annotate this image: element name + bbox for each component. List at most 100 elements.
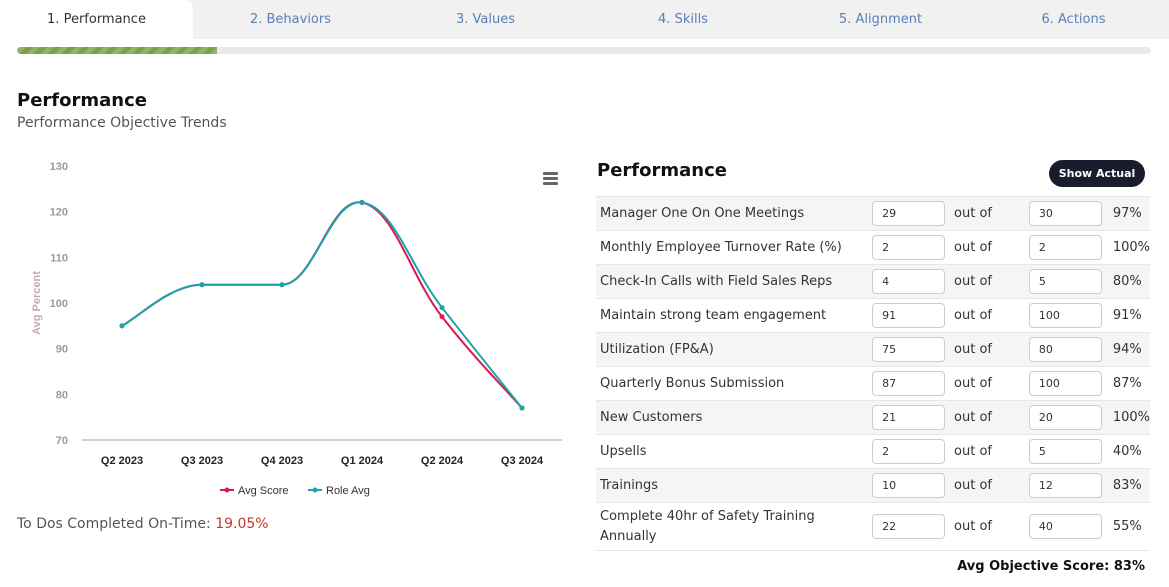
objective-row: Quarterly Bonus Submission out of 87% [596,366,1150,401]
show-actual-button[interactable]: Show Actual [1049,160,1145,187]
progress-bar [17,47,1151,54]
target-input[interactable] [1028,514,1102,539]
objective-name: Manager One On One Meetings [600,205,805,221]
out-of-label: out of [954,519,992,534]
actual-input[interactable] [872,405,946,430]
objective-name: Maintain strong team engagement [600,307,827,323]
y-axis-label: Avg Percent [31,271,43,335]
actual-input[interactable] [872,337,946,362]
todo-completion: To Dos Completed On-Time: 19.05% [17,516,269,532]
out-of-label: out of [954,410,992,425]
objective-name: Monthly Employee Turnover Rate (%) [600,239,842,255]
objective-row: Utilization (FP&A) out of 94% [596,332,1150,367]
objective-name: New Customers [600,409,703,425]
out-of-label: out of [954,274,992,289]
target-input[interactable] [1028,303,1102,328]
y-tick-label: 100 [50,298,68,310]
target-input[interactable] [1028,473,1102,498]
objectives-title: Performance [597,160,727,181]
y-tick-label: 130 [50,161,68,173]
y-tick-label: 70 [56,435,68,447]
page-subtitle: Performance Objective Trends [17,115,227,131]
out-of-label: out of [954,444,992,459]
actual-input[interactable] [872,473,946,498]
x-tick-label: Q2 2024 [421,455,464,467]
actual-input[interactable] [872,269,946,294]
out-of-label: out of [954,206,992,221]
x-tick-label: Q2 2023 [101,455,143,467]
avg-score-value: 83% [1113,559,1145,574]
legend-marker [312,487,318,493]
out-of-label: out of [954,240,992,255]
out-of-label: out of [954,342,992,357]
objective-row: Upsells out of 40% [596,434,1150,469]
target-input[interactable] [1028,439,1102,464]
objective-percent: 97% [1112,206,1142,221]
data-point [279,282,285,288]
progress-fill [17,47,217,54]
trend-chart: 70 80 90 100 110 120 130 Avg Percent Q2 2023 Q3 2… [20,150,580,510]
avg-score-label: Avg Objective Score: [957,559,1110,574]
data-point [119,323,125,329]
target-input[interactable] [1028,201,1102,226]
legend-label: Role Avg [326,485,370,497]
todo-label: To Dos Completed On-Time: [17,516,211,532]
actual-input[interactable] [872,439,946,464]
data-point [199,282,205,288]
objective-percent: 55% [1112,519,1142,534]
target-input[interactable] [1028,337,1102,362]
x-tick-label: Q3 2024 [501,455,544,467]
series-line-avg-score [121,201,523,409]
y-tick-label: 80 [56,389,68,401]
x-tick-label: Q4 2023 [261,455,303,467]
page-title: Performance [17,90,147,111]
objective-row: Complete 40hr of Safety Training Annuall… [596,502,1150,551]
target-input[interactable] [1028,405,1102,430]
out-of-label: out of [954,376,992,391]
data-point [359,200,365,206]
objective-row: New Customers out of 100% [596,400,1150,435]
tab-actions[interactable]: 6. Actions [978,0,1169,39]
actual-input[interactable] [872,303,946,328]
data-point [439,305,445,311]
y-tick-label: 110 [50,252,68,264]
objective-row: Trainings out of 83% [596,468,1150,503]
objective-percent: 40% [1112,444,1142,459]
actual-input[interactable] [872,235,946,260]
objective-percent: 100% [1112,410,1150,425]
out-of-label: out of [954,478,992,493]
target-input[interactable] [1028,371,1102,396]
x-tick-label: Q1 2024 [341,455,384,467]
legend-label: Avg Score [238,485,289,497]
objective-percent: 83% [1112,478,1142,493]
objective-name: Upsells [600,443,647,459]
tab-behaviors[interactable]: 2. Behaviors [193,0,388,39]
objectives-table: Manager One On One Meetings out of 97% Mont… [596,196,1150,551]
objective-name: Utilization (FP&A) [600,341,714,357]
step-tabs: 1. Performance 2. Behaviors 3. Values 4.… [0,0,1169,39]
actual-input[interactable] [872,514,946,539]
data-point [519,405,525,411]
hamburger-menu-icon[interactable] [543,172,558,185]
tab-alignment[interactable]: 5. Alignment [783,0,978,39]
objective-row: Maintain strong team engagement out of 91% [596,298,1150,333]
tab-skills[interactable]: 4. Skills [583,0,783,39]
actual-input[interactable] [872,201,946,226]
tab-performance[interactable]: 1. Performance [0,0,193,39]
objective-percent: 91% [1112,308,1142,323]
y-tick-label: 120 [50,207,68,219]
objective-row: Manager One On One Meetings out of 97% [596,196,1150,231]
tab-values[interactable]: 3. Values [388,0,583,39]
target-input[interactable] [1028,235,1102,260]
target-input[interactable] [1028,269,1102,294]
out-of-label: out of [954,308,992,323]
x-tick-label: Q3 2023 [181,455,223,467]
trend-chart-svg: 70 80 90 100 110 120 130 Avg Percent Q2 2023 Q3 2… [31,161,562,497]
objective-name: Complete 40hr of Safety Training Annuall… [600,508,815,544]
objective-name: Quarterly Bonus Submission [600,375,785,391]
objective-name: Trainings [600,477,659,493]
data-point [439,314,445,320]
actual-input[interactable] [872,371,946,396]
series-line-role-avg [121,201,523,409]
y-tick-label: 90 [56,344,68,356]
